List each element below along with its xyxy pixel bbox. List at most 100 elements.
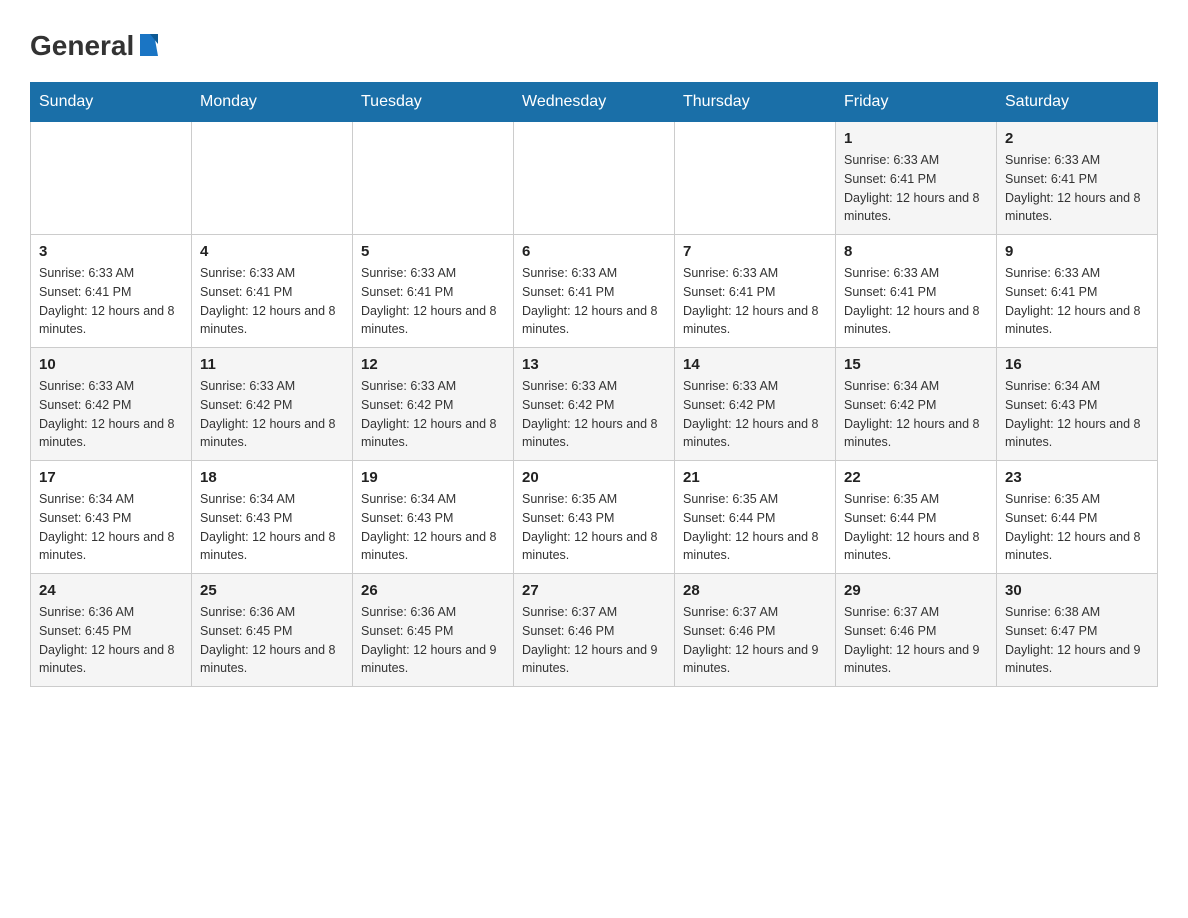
logo-general-text: General: [30, 30, 158, 62]
day-info: Sunrise: 6:33 AM Sunset: 6:41 PM Dayligh…: [522, 264, 666, 339]
weekday-header-sunday: Sunday: [31, 83, 192, 122]
day-number: 20: [522, 469, 666, 486]
weekday-header-friday: Friday: [836, 83, 997, 122]
day-number: 21: [683, 469, 827, 486]
day-info: Sunrise: 6:34 AM Sunset: 6:43 PM Dayligh…: [361, 490, 505, 565]
day-info: Sunrise: 6:35 AM Sunset: 6:44 PM Dayligh…: [1005, 490, 1149, 565]
day-info: Sunrise: 6:33 AM Sunset: 6:41 PM Dayligh…: [200, 264, 344, 339]
calendar-row: 3 Sunrise: 6:33 AM Sunset: 6:41 PM Daylig…: [31, 235, 1158, 348]
day-number: 12: [361, 356, 505, 373]
calendar-cell: 23 Sunrise: 6:35 AM Sunset: 6:44 PM Dayli…: [997, 461, 1158, 574]
day-info: Sunrise: 6:33 AM Sunset: 6:41 PM Dayligh…: [361, 264, 505, 339]
calendar-cell: 25 Sunrise: 6:36 AM Sunset: 6:45 PM Dayli…: [192, 574, 353, 687]
calendar-cell: [675, 122, 836, 235]
calendar-cell: 19 Sunrise: 6:34 AM Sunset: 6:43 PM Dayli…: [353, 461, 514, 574]
day-info: Sunrise: 6:33 AM Sunset: 6:42 PM Dayligh…: [39, 377, 183, 452]
weekday-header-monday: Monday: [192, 83, 353, 122]
day-info: Sunrise: 6:37 AM Sunset: 6:46 PM Dayligh…: [844, 603, 988, 678]
calendar-cell: 12 Sunrise: 6:33 AM Sunset: 6:42 PM Dayli…: [353, 348, 514, 461]
weekday-header-wednesday: Wednesday: [514, 83, 675, 122]
calendar-cell: [31, 122, 192, 235]
day-number: 10: [39, 356, 183, 373]
day-number: 22: [844, 469, 988, 486]
day-number: 8: [844, 243, 988, 260]
day-info: Sunrise: 6:36 AM Sunset: 6:45 PM Dayligh…: [39, 603, 183, 678]
day-number: 23: [1005, 469, 1149, 486]
logo: General: [30, 30, 158, 62]
day-info: Sunrise: 6:34 AM Sunset: 6:43 PM Dayligh…: [39, 490, 183, 565]
calendar-cell: 9Sunrise: 6:33 AM Sunset: 6:41 PM Daylig…: [997, 235, 1158, 348]
day-number: 30: [1005, 582, 1149, 599]
calendar-cell: 28 Sunrise: 6:37 AM Sunset: 6:46 PM Dayli…: [675, 574, 836, 687]
day-info: Sunrise: 6:33 AM Sunset: 6:41 PM Dayligh…: [844, 264, 988, 339]
day-number: 6: [522, 243, 666, 260]
calendar-cell: 7 Sunrise: 6:33 AM Sunset: 6:41 PM Daylig…: [675, 235, 836, 348]
day-number: 13: [522, 356, 666, 373]
day-number: 17: [39, 469, 183, 486]
day-info: Sunrise: 6:34 AM Sunset: 6:43 PM Dayligh…: [200, 490, 344, 565]
day-info: Sunrise: 6:37 AM Sunset: 6:46 PM Dayligh…: [683, 603, 827, 678]
day-number: 3: [39, 243, 183, 260]
calendar-cell: 17 Sunrise: 6:34 AM Sunset: 6:43 PM Dayli…: [31, 461, 192, 574]
calendar-cell: 8 Sunrise: 6:33 AM Sunset: 6:41 PM Daylig…: [836, 235, 997, 348]
calendar-row: 10 Sunrise: 6:33 AM Sunset: 6:42 PM Dayli…: [31, 348, 1158, 461]
calendar-cell: 26Sunrise: 6:36 AM Sunset: 6:45 PM Dayli…: [353, 574, 514, 687]
day-info: Sunrise: 6:33 AM Sunset: 6:41 PM Dayligh…: [1005, 151, 1149, 226]
calendar-cell: 22 Sunrise: 6:35 AM Sunset: 6:44 PM Dayli…: [836, 461, 997, 574]
day-info: Sunrise: 6:33 AM Sunset: 6:41 PM Dayligh…: [844, 151, 988, 226]
calendar-cell: 29 Sunrise: 6:37 AM Sunset: 6:46 PM Dayli…: [836, 574, 997, 687]
day-info: Sunrise: 6:33 AM Sunset: 6:41 PM Dayligh…: [683, 264, 827, 339]
day-number: 18: [200, 469, 344, 486]
day-number: 4: [200, 243, 344, 260]
day-info: Sunrise: 6:35 AM Sunset: 6:44 PM Dayligh…: [683, 490, 827, 565]
calendar-cell: 30 Sunrise: 6:38 AM Sunset: 6:47 PM Dayli…: [997, 574, 1158, 687]
weekday-header-row: SundayMondayTuesdayWednesdayThursdayFrid…: [31, 83, 1158, 122]
day-number: 15: [844, 356, 988, 373]
day-info: Sunrise: 6:33 AM Sunset: 6:41 PM Dayligh…: [39, 264, 183, 339]
day-info: Sunrise: 6:35 AM Sunset: 6:44 PM Dayligh…: [844, 490, 988, 565]
day-number: 7: [683, 243, 827, 260]
page-header: General: [30, 30, 1158, 62]
calendar-row: 1Sunrise: 6:33 AM Sunset: 6:41 PM Daylig…: [31, 122, 1158, 235]
day-info: Sunrise: 6:35 AM Sunset: 6:43 PM Dayligh…: [522, 490, 666, 565]
day-number: 24: [39, 582, 183, 599]
calendar-cell: 15 Sunrise: 6:34 AM Sunset: 6:42 PM Dayli…: [836, 348, 997, 461]
calendar-cell: 2Sunrise: 6:33 AM Sunset: 6:41 PM Daylig…: [997, 122, 1158, 235]
calendar-cell: 1Sunrise: 6:33 AM Sunset: 6:41 PM Daylig…: [836, 122, 997, 235]
day-info: Sunrise: 6:33 AM Sunset: 6:42 PM Dayligh…: [200, 377, 344, 452]
day-number: 11: [200, 356, 344, 373]
calendar-cell: 6 Sunrise: 6:33 AM Sunset: 6:41 PM Daylig…: [514, 235, 675, 348]
day-number: 27: [522, 582, 666, 599]
calendar-cell: 4 Sunrise: 6:33 AM Sunset: 6:41 PM Daylig…: [192, 235, 353, 348]
day-info: Sunrise: 6:34 AM Sunset: 6:42 PM Dayligh…: [844, 377, 988, 452]
weekday-header-thursday: Thursday: [675, 83, 836, 122]
calendar-row: 24 Sunrise: 6:36 AM Sunset: 6:45 PM Dayli…: [31, 574, 1158, 687]
calendar-cell: 21 Sunrise: 6:35 AM Sunset: 6:44 PM Dayli…: [675, 461, 836, 574]
weekday-header-saturday: Saturday: [997, 83, 1158, 122]
day-info: Sunrise: 6:33 AM Sunset: 6:42 PM Dayligh…: [683, 377, 827, 452]
day-number: 14: [683, 356, 827, 373]
day-info: Sunrise: 6:34 AM Sunset: 6:43 PM Dayligh…: [1005, 377, 1149, 452]
calendar-cell: 16 Sunrise: 6:34 AM Sunset: 6:43 PM Dayli…: [997, 348, 1158, 461]
calendar-row: 17 Sunrise: 6:34 AM Sunset: 6:43 PM Dayli…: [31, 461, 1158, 574]
day-info: Sunrise: 6:36 AM Sunset: 6:45 PM Dayligh…: [361, 603, 505, 678]
calendar-cell: [192, 122, 353, 235]
calendar-cell: 20 Sunrise: 6:35 AM Sunset: 6:43 PM Dayli…: [514, 461, 675, 574]
logo-arrow-icon: [136, 34, 158, 56]
calendar-cell: [353, 122, 514, 235]
calendar-cell: 18 Sunrise: 6:34 AM Sunset: 6:43 PM Dayli…: [192, 461, 353, 574]
day-number: 9: [1005, 243, 1149, 260]
calendar-cell: 24 Sunrise: 6:36 AM Sunset: 6:45 PM Dayli…: [31, 574, 192, 687]
day-info: Sunrise: 6:33 AM Sunset: 6:42 PM Dayligh…: [361, 377, 505, 452]
day-number: 19: [361, 469, 505, 486]
day-number: 29: [844, 582, 988, 599]
day-number: 16: [1005, 356, 1149, 373]
day-info: Sunrise: 6:37 AM Sunset: 6:46 PM Dayligh…: [522, 603, 666, 678]
calendar-cell: 14 Sunrise: 6:33 AM Sunset: 6:42 PM Dayli…: [675, 348, 836, 461]
day-info: Sunrise: 6:38 AM Sunset: 6:47 PM Dayligh…: [1005, 603, 1149, 678]
calendar-cell: [514, 122, 675, 235]
calendar-cell: 27 Sunrise: 6:37 AM Sunset: 6:46 PM Dayli…: [514, 574, 675, 687]
day-info: Sunrise: 6:36 AM Sunset: 6:45 PM Dayligh…: [200, 603, 344, 678]
day-number: 28: [683, 582, 827, 599]
day-number: 25: [200, 582, 344, 599]
